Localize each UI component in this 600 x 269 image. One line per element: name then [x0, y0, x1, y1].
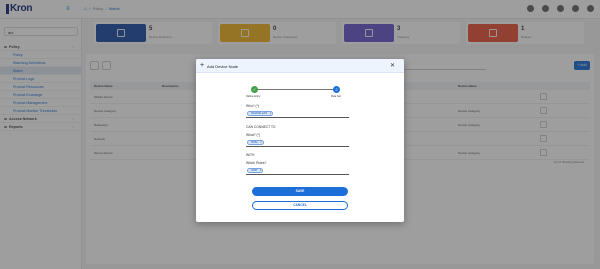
who-chip[interactable]: TEST001.ENT ×: [247, 111, 274, 117]
stepper: ✓ 2 Define Entry Rule Set: [246, 86, 342, 102]
who-input[interactable]: TEST001.ENT ×: [246, 110, 349, 118]
step-label-define-entry: Define Entry: [246, 95, 261, 98]
dialog-title: Add Device Node: [207, 64, 239, 69]
cancel-button[interactable]: CANCEL: [252, 201, 348, 210]
add-device-node-dialog: + Add Device Node ✕ ✓ 2 Define Entry Rul…: [196, 59, 404, 222]
which-rules-chip-label: ICMP: [251, 169, 258, 172]
what-input[interactable]: DNS1 ×: [246, 139, 349, 147]
stepper-line: [254, 89, 338, 90]
which-rules-label: Which Rules?: [246, 161, 267, 165]
step-current-icon[interactable]: 2: [333, 86, 340, 93]
which-rules-input[interactable]: ICMP ×: [246, 167, 349, 175]
which-rules-chip[interactable]: ICMP ×: [247, 168, 264, 174]
step-label-rule-set: Rule Set: [331, 95, 341, 98]
chip-remove-icon[interactable]: ×: [260, 169, 261, 174]
who-label: Who? (*): [246, 104, 260, 108]
plus-icon: +: [200, 62, 205, 69]
who-field: Who? (*) TEST001.ENT ×: [246, 104, 349, 118]
dialog-header: + Add Device Node ✕: [196, 59, 404, 73]
which-rules-field: Which Rules? ICMP ×: [246, 161, 349, 175]
chip-remove-icon[interactable]: ×: [270, 112, 271, 117]
what-field: What? (*) DNS1 ×: [246, 133, 349, 147]
what-chip[interactable]: DNS1 ×: [247, 140, 264, 145]
chip-remove-icon[interactable]: ×: [260, 141, 261, 146]
can-connect-label: CAN CONNECT TO: [246, 125, 276, 129]
who-chip-label: TEST001.ENT: [251, 112, 268, 115]
save-button[interactable]: SAVE: [252, 187, 348, 196]
with-label: WITH: [246, 153, 255, 157]
step-done-check-icon[interactable]: ✓: [251, 86, 258, 93]
what-label: What? (*): [246, 133, 260, 137]
close-icon[interactable]: ✕: [390, 62, 395, 70]
what-chip-label: DNS1: [251, 141, 258, 144]
